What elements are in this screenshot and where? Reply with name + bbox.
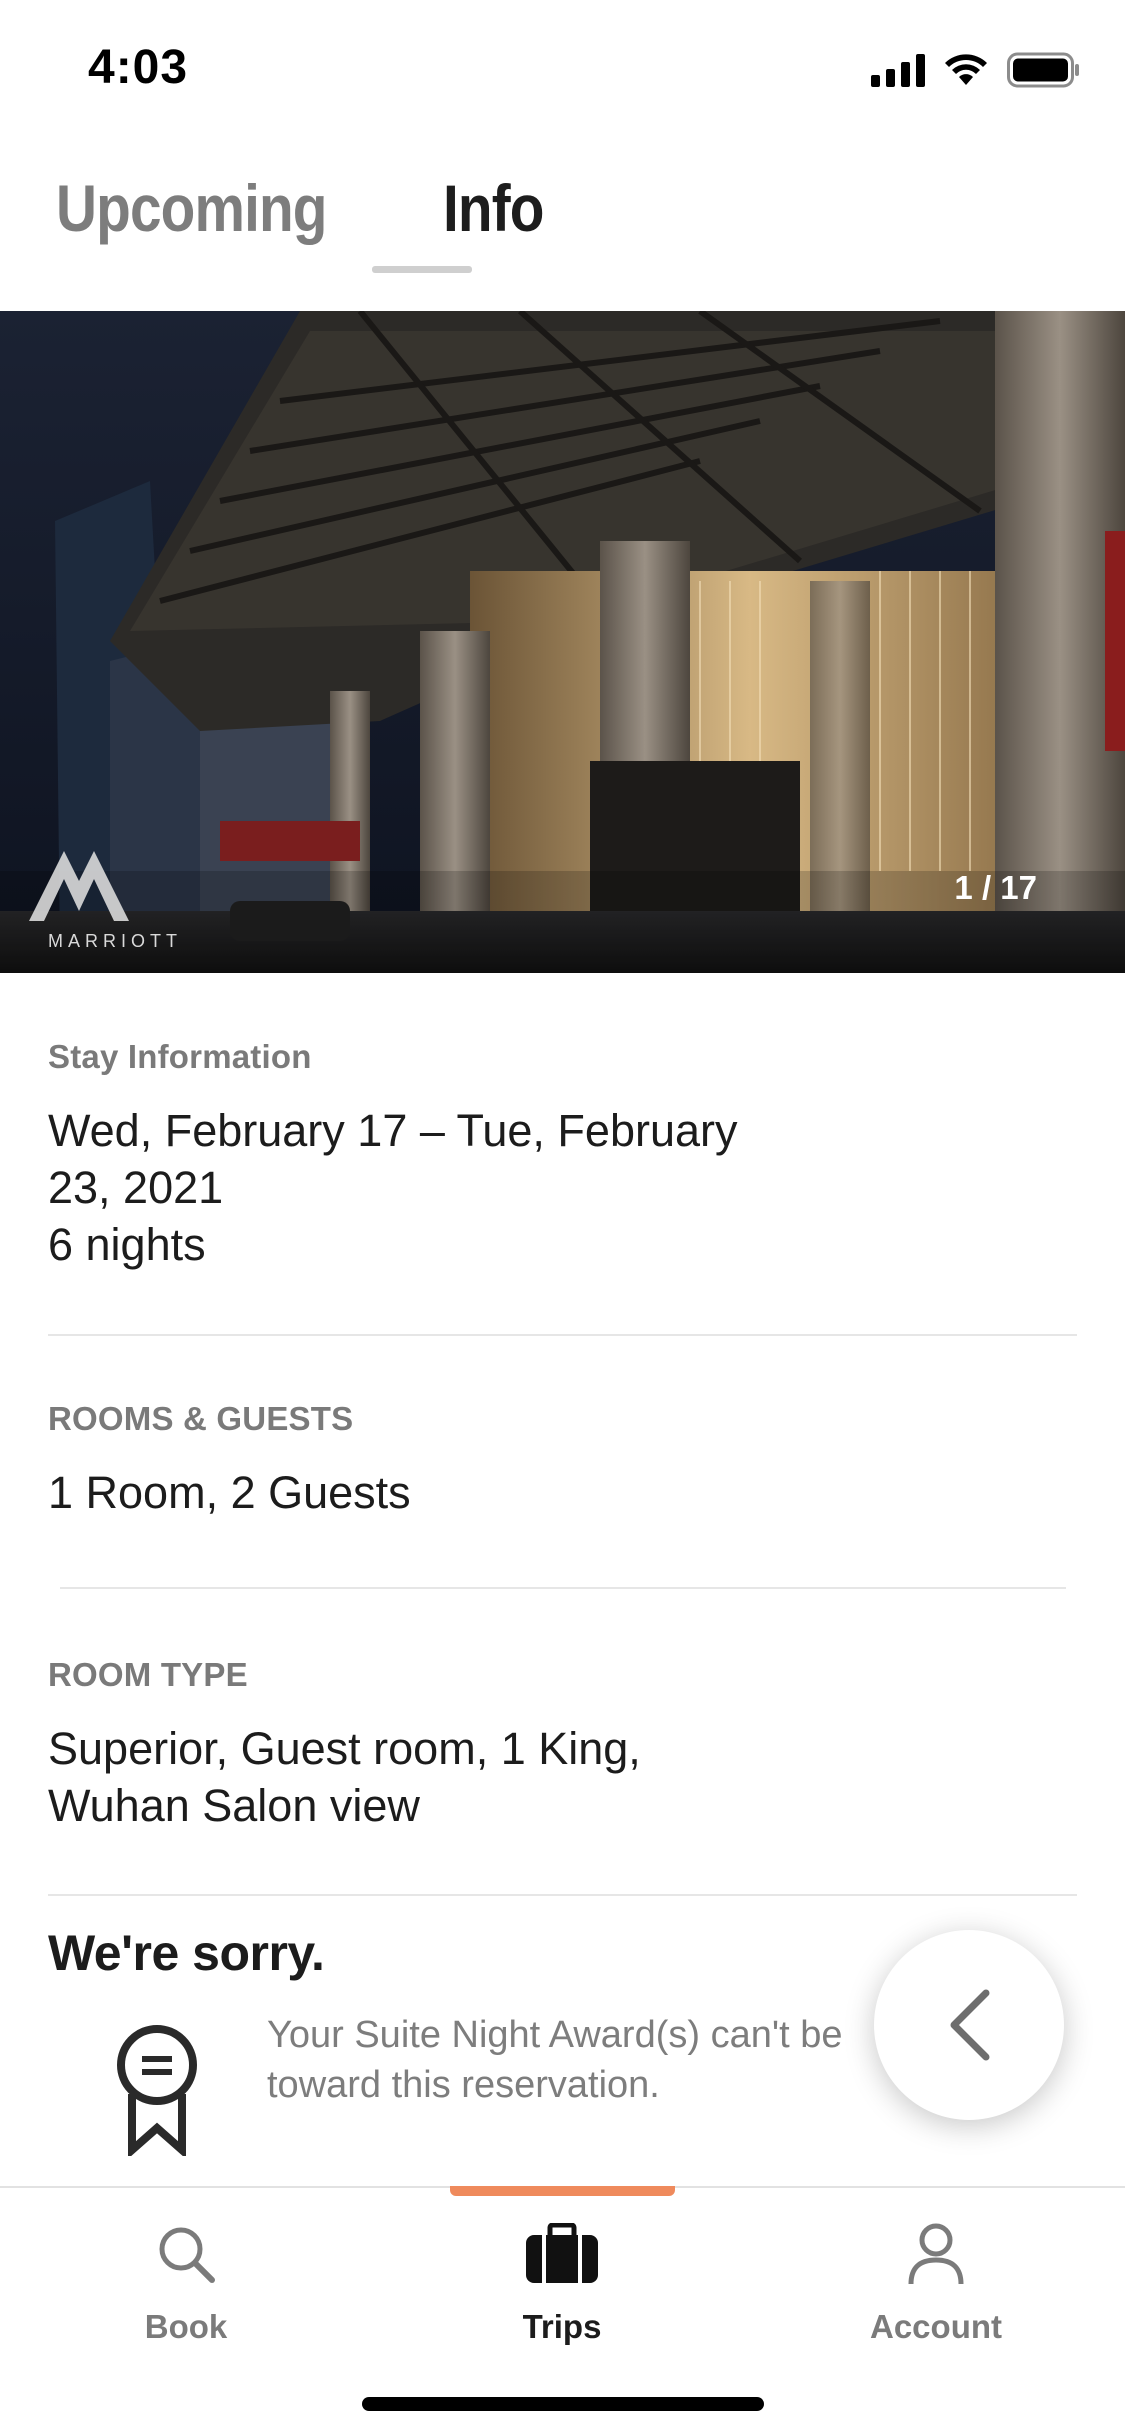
status-bar: 4:03 <box>0 0 1125 135</box>
suitcase-icon <box>526 2223 598 2283</box>
nav-account[interactable]: Account <box>826 2218 1046 2346</box>
tab-upcoming[interactable]: Upcoming <box>56 170 327 246</box>
nav-book-label: Book <box>144 2308 228 2345</box>
rooms-guests-label: ROOMS & GUESTS <box>48 1400 354 1437</box>
nav-trips[interactable]: Trips <box>452 2218 672 2346</box>
status-icons <box>871 50 1081 90</box>
room-type-line2: Wuhan Salon view <box>48 1780 420 1831</box>
room-type-label: ROOM TYPE <box>48 1656 248 1693</box>
home-indicator[interactable] <box>362 2397 764 2411</box>
tab-info[interactable]: Info <box>443 170 544 246</box>
hotel-photo-carousel[interactable]: MARRIOTT 1 / 17 <box>0 311 1125 973</box>
rooms-guests-section: ROOMS & GUESTS 1 Room, 2 Guests <box>48 1400 1077 1521</box>
nav-trips-label: Trips <box>522 2308 602 2345</box>
award-ribbon-icon <box>117 2025 197 2156</box>
back-button[interactable] <box>874 1930 1064 2120</box>
stay-dates-line2: 23, 2021 <box>48 1162 224 1213</box>
notice-message: Your Suite Night Award(s) can't be towar… <box>267 2010 887 2110</box>
nav-book[interactable]: Book <box>76 2218 296 2346</box>
stay-nights: 6 nights <box>48 1219 206 1270</box>
brand-name: MARRIOTT <box>48 931 182 951</box>
photo-counter: 1 / 17 <box>954 869 1037 906</box>
notice-line1: Your Suite Night Award(s) can't be <box>267 2014 843 2056</box>
stay-information-label: Stay Information <box>48 1038 312 1075</box>
active-nav-indicator <box>450 2186 675 2196</box>
divider <box>48 1334 1077 1336</box>
notice-line2: toward this reservation. <box>267 2064 660 2106</box>
status-time: 4:03 <box>88 41 189 94</box>
notice-title: We're sorry. <box>48 1925 325 1981</box>
stay-dates-line1: Wed, February 17 – Tue, February <box>48 1105 738 1156</box>
stay-information-section: Stay Information Wed, February 17 – Tue,… <box>48 1038 1077 1273</box>
search-icon <box>159 2227 215 2283</box>
rooms-guests-value: 1 Room, 2 Guests <box>48 1467 411 1518</box>
segment-tabs: Upcoming Info <box>56 170 560 246</box>
battery-icon <box>1007 52 1079 88</box>
divider <box>48 1894 1077 1896</box>
chevron-left-icon <box>950 1989 990 2061</box>
marriott-logo-icon <box>29 851 129 921</box>
active-tab-indicator <box>372 266 472 273</box>
divider <box>60 1587 1066 1589</box>
person-icon <box>908 2223 964 2285</box>
nav-account-label: Account <box>870 2308 1002 2345</box>
cellular-signal-icon <box>871 53 925 87</box>
room-type-line1: Superior, Guest room, 1 King, <box>48 1723 641 1774</box>
room-type-section: ROOM TYPE Superior, Guest room, 1 King, … <box>48 1656 1077 1834</box>
wifi-icon <box>945 54 987 85</box>
